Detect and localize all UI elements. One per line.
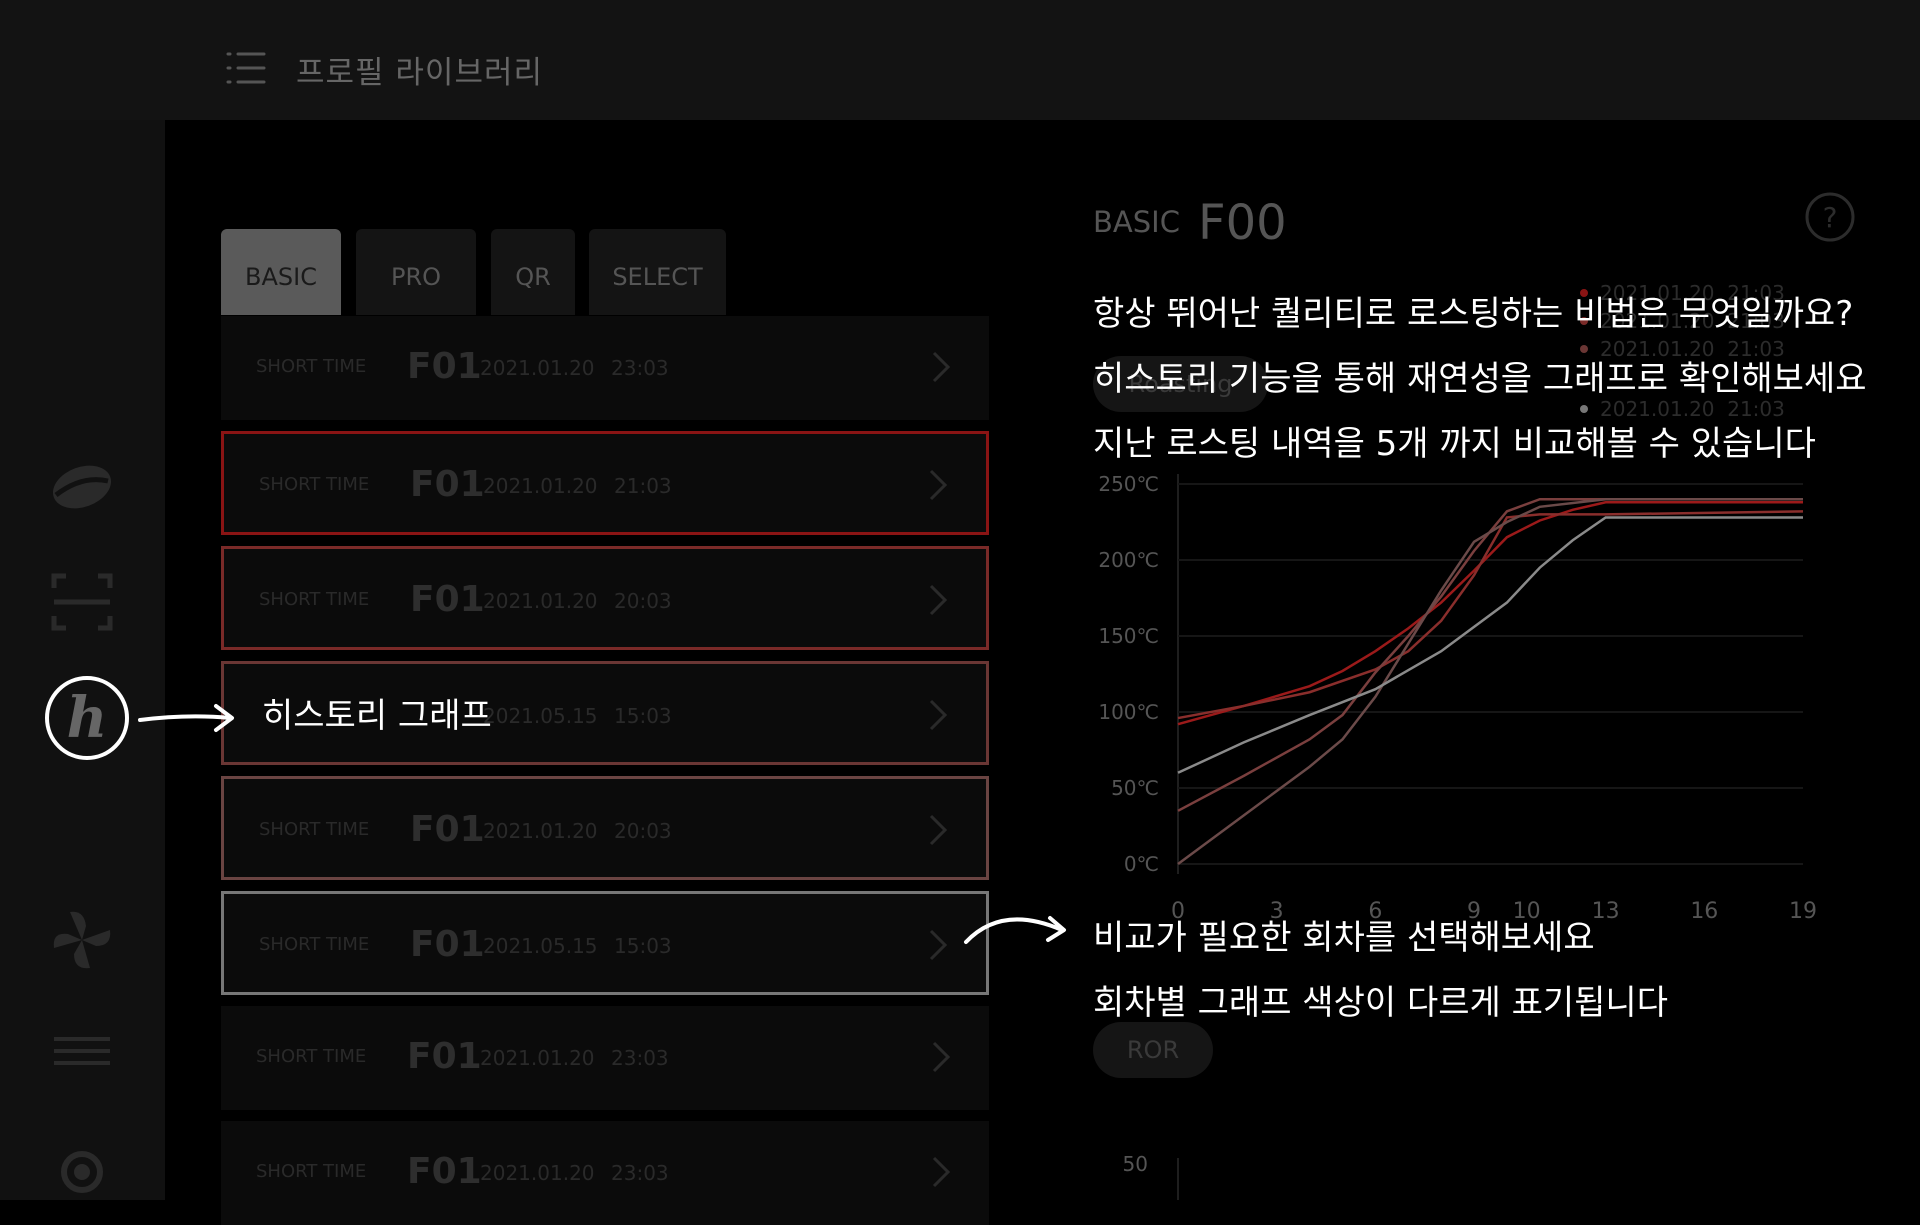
profile-row[interactable]: SHORT TIME F01 2021.05.15 15:03 [221, 891, 989, 995]
profile-code: F01 [410, 809, 485, 850]
chevron-right-icon [928, 583, 948, 617]
profile-time: 21:03 [614, 474, 672, 498]
profile-date: 2021.01.20 [480, 356, 595, 380]
history-h-icon[interactable]: h [44, 675, 130, 761]
profile-code: F01 [410, 579, 485, 620]
chart-y-tick-label: 0℃ [1124, 852, 1159, 876]
profile-date: 2021.01.20 [483, 589, 598, 613]
chevron-right-icon [931, 350, 951, 384]
intro-line-1: 항상 뛰어난 퀄리티로 로스팅하는 비법은 무엇일까요? [1093, 294, 1854, 334]
chart-x-tick-label: 19 [1789, 899, 1817, 924]
page-title: 프로필 라이브러리 [296, 55, 544, 91]
compare-line-1: 비교가 필요한 회차를 선택해보세요 [1093, 918, 1595, 958]
hamburger-menu-icon[interactable] [226, 50, 266, 86]
profile-code: F01 [410, 464, 485, 505]
profile-row[interactable]: SHORT TIME F01 2021.01.20 23:03 [221, 1006, 989, 1110]
profile-time: 23:03 [611, 356, 669, 380]
curved-arrow-icon [962, 908, 1072, 948]
coffee-bean-icon[interactable] [50, 455, 114, 519]
profile-label: SHORT TIME [259, 934, 370, 955]
chevron-right-icon [928, 698, 948, 732]
chevron-right-icon [928, 928, 948, 962]
chart-y-tick-label: 150℃ [1098, 624, 1159, 648]
profile-row[interactable]: SHORT TIME F01 2021.01.20 21:03 [221, 431, 989, 535]
chevron-right-icon [928, 813, 948, 847]
profile-code: F01 [410, 924, 485, 965]
ror-y-tick: 50 [1122, 1152, 1148, 1176]
profile-time: 23:03 [611, 1161, 669, 1185]
chevron-right-icon [931, 1040, 951, 1074]
profile-date: 2021.01.20 [480, 1161, 595, 1185]
tab-qr[interactable]: QR [491, 229, 575, 315]
ror-toggle[interactable]: ROR [1093, 1022, 1213, 1078]
chart-x-tick-label: 16 [1690, 899, 1718, 924]
profile-code: F01 [407, 346, 482, 387]
chevron-right-icon [928, 468, 948, 502]
profile-row[interactable]: SHORT TIME F01 2021.01.20 20:03 [221, 546, 989, 650]
roasting-history-chart: 250℃200℃150℃100℃50℃0℃0 3 6 9 10 13 16 19 [1098, 472, 1817, 924]
ror-axis [1177, 1158, 1179, 1200]
gear-icon[interactable] [50, 1040, 114, 1193]
sidebar [0, 120, 165, 1200]
svg-text:h: h [67, 685, 108, 751]
compare-line-2: 회차별 그래프 색상이 다르게 표기됩니다 [1093, 983, 1668, 1023]
history-graph-label: 히스토리 그래프 [262, 696, 492, 736]
svg-text:?: ? [1823, 201, 1838, 234]
profile-time: 20:03 [614, 589, 672, 613]
profile-label: SHORT TIME [259, 474, 370, 495]
profile-row[interactable]: SHORT TIME F01 2021.01.20 23:03 [221, 1121, 989, 1225]
fan-icon[interactable] [50, 908, 114, 972]
chart-y-tick-label: 200℃ [1098, 548, 1159, 572]
tab-basic[interactable]: BASIC [221, 229, 341, 315]
chart-x-tick-label: 13 [1592, 899, 1620, 924]
detail-profile-code: F00 [1198, 195, 1287, 251]
intro-line-3: 지난 로스팅 내역을 5개 까지 비교해볼 수 있습니다 [1093, 424, 1816, 464]
profile-date: 2021.05.15 [483, 934, 598, 958]
arrow-right-icon [138, 700, 238, 736]
profile-date: 2021.05.15 [483, 704, 598, 728]
chart-y-tick-label: 50℃ [1111, 776, 1159, 800]
profile-time: 23:03 [611, 1046, 669, 1070]
chart-y-tick-label: 250℃ [1098, 472, 1159, 496]
profile-time: 15:03 [614, 934, 672, 958]
profile-date: 2021.01.20 [483, 474, 598, 498]
tab-select[interactable]: SELECT [589, 229, 726, 315]
profile-label: SHORT TIME [256, 1046, 367, 1067]
top-bar [0, 0, 1920, 120]
profile-label: SHORT TIME [256, 1161, 367, 1182]
profile-row[interactable]: SHORT TIME F01 2021.01.20 23:03 [221, 316, 989, 420]
intro-line-2: 히스토리 기능을 통해 재연성을 그래프로 확인해보세요 [1093, 359, 1867, 399]
profile-date: 2021.01.20 [483, 819, 598, 843]
profile-code: F01 [407, 1151, 482, 1192]
chevron-right-icon [931, 1155, 951, 1189]
profile-time: 15:03 [614, 704, 672, 728]
profile-row[interactable]: SHORT TIME F01 2021.01.20 20:03 [221, 776, 989, 880]
chart-series-line [1177, 516, 1803, 774]
profile-date: 2021.01.20 [480, 1046, 595, 1070]
chart-y-tick-label: 100℃ [1098, 700, 1159, 724]
profile-label: SHORT TIME [259, 819, 370, 840]
profile-code: F01 [407, 1036, 482, 1077]
profile-time: 20:03 [614, 819, 672, 843]
question-circle-icon[interactable]: ? [1804, 191, 1856, 243]
legend-dot-icon [1580, 405, 1588, 413]
qr-scan-icon[interactable] [50, 570, 114, 634]
detail-type-label: BASIC [1093, 205, 1180, 239]
tab-pro[interactable]: PRO [356, 229, 476, 315]
profile-label: SHORT TIME [256, 356, 367, 377]
profile-label: SHORT TIME [259, 589, 370, 610]
